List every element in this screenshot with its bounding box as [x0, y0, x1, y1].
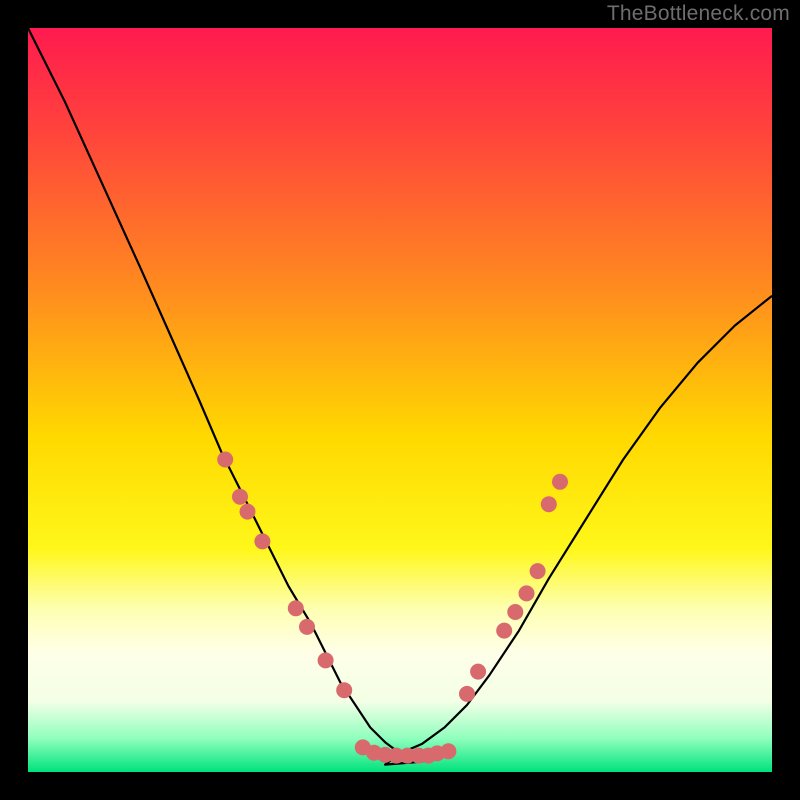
marker-dot: [459, 686, 475, 702]
marker-dot: [541, 496, 557, 512]
gradient-bg: [28, 28, 772, 772]
marker-dot: [299, 619, 315, 635]
marker-dot: [288, 600, 304, 616]
marker-dot: [440, 743, 456, 759]
marker-dot: [240, 504, 256, 520]
marker-dot: [507, 604, 523, 620]
marker-dot: [254, 533, 270, 549]
marker-dot: [496, 623, 512, 639]
marker-dot: [336, 682, 352, 698]
marker-dot: [470, 664, 486, 680]
bottleneck-chart: [28, 28, 772, 772]
plot-area: [28, 28, 772, 772]
marker-dot: [530, 563, 546, 579]
marker-dot: [318, 652, 334, 668]
marker-dot: [232, 489, 248, 505]
watermark-text: TheBottleneck.com: [607, 2, 790, 26]
marker-dot: [519, 585, 535, 601]
marker-dot: [552, 474, 568, 490]
marker-dot: [217, 452, 233, 468]
chart-frame: TheBottleneck.com: [0, 0, 800, 800]
